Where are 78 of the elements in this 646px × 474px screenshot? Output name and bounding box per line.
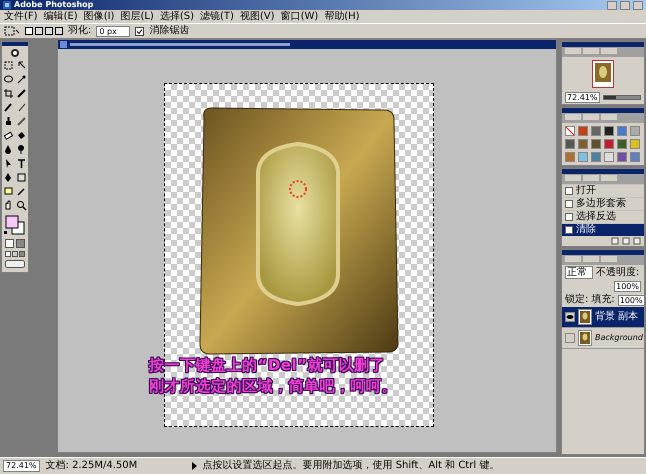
style-swatch-icon[interactable] xyxy=(604,139,614,149)
opacity-label: 不透明度: xyxy=(596,268,640,278)
move-tool-icon[interactable] xyxy=(16,60,27,71)
quick-mask-icon[interactable] xyxy=(5,239,25,248)
style-swatch-icon[interactable] xyxy=(617,139,627,149)
layer-row[interactable]: Background xyxy=(562,328,644,349)
status-hint: 点按以设置选区起点。要用附加选项，使用 Shift、Alt 和 Ctrl 键。 xyxy=(202,460,500,472)
eraser-tool-icon[interactable] xyxy=(3,130,14,141)
antialias-checkbox[interactable] xyxy=(135,26,144,36)
minimize-button[interactable] xyxy=(607,0,617,10)
antialias-label: 消除锯齿 xyxy=(149,25,190,37)
style-swatch-icon[interactable] xyxy=(578,126,588,136)
screen-mode-icon[interactable] xyxy=(5,251,25,257)
style-swatch-icon[interactable] xyxy=(591,152,601,162)
document-icon xyxy=(60,41,67,48)
menu-item[interactable]: 图像(I) xyxy=(84,10,114,22)
zoom-field[interactable]: 72.41% xyxy=(3,460,40,472)
style-swatch-icon[interactable] xyxy=(617,126,627,136)
type-tool-icon[interactable] xyxy=(16,158,27,169)
selection-mode-icon[interactable] xyxy=(25,26,63,36)
layer-thumbnail xyxy=(578,309,592,325)
menu-item[interactable]: 帮助(H) xyxy=(324,10,360,22)
fill-label: 填充: xyxy=(591,294,615,306)
style-swatch-icon[interactable] xyxy=(565,139,575,149)
path-tool-icon[interactable] xyxy=(3,158,14,169)
style-swatch-icon[interactable] xyxy=(565,126,575,136)
feather-field[interactable]: 0 px xyxy=(96,26,130,36)
visibility-toggle-icon[interactable] xyxy=(565,312,575,322)
menu-item[interactable]: 编辑(E) xyxy=(44,10,78,22)
style-swatch-icon[interactable] xyxy=(578,139,588,149)
history-item[interactable]: 打开 xyxy=(562,184,644,197)
menu-item[interactable]: 图层(L) xyxy=(120,10,154,22)
visibility-toggle-icon[interactable] xyxy=(565,333,575,343)
style-swatch-icon[interactable] xyxy=(565,152,575,162)
menu-item[interactable]: 选择(S) xyxy=(160,10,194,22)
stamp-tool-icon[interactable] xyxy=(3,116,14,127)
menu-item[interactable]: 文件(F) xyxy=(4,10,38,22)
layer-name[interactable]: Background xyxy=(595,332,643,344)
crop-tool-icon[interactable] xyxy=(3,88,14,99)
magic-wand-tool-icon[interactable] xyxy=(16,74,27,85)
menu-item[interactable]: 滤镜(T) xyxy=(200,10,234,22)
lock-label: 锁定: xyxy=(565,294,588,306)
window-title: Adobe Photoshop xyxy=(14,0,94,10)
fill-field[interactable]: 100% xyxy=(618,294,645,306)
style-swatch-icon[interactable] xyxy=(591,139,601,149)
close-button[interactable] xyxy=(633,0,643,10)
notes-tool-icon[interactable] xyxy=(3,186,14,197)
zoom-tool-icon[interactable] xyxy=(16,200,27,211)
caption-text: 按一下键盘上的“Del”就可以删了 xyxy=(149,356,386,375)
style-swatch-icon[interactable] xyxy=(604,126,614,136)
caption-text: 刚才所选定的区域，简单吧，呵呵。 xyxy=(149,377,398,396)
color-swatches-icon[interactable] xyxy=(4,214,26,236)
style-swatch-icon[interactable] xyxy=(578,152,588,162)
layer-name[interactable]: 背景 副本 xyxy=(595,311,638,323)
style-swatch-icon[interactable] xyxy=(591,126,601,136)
menu-item[interactable]: 窗口(W) xyxy=(280,10,318,22)
layer-thumbnail xyxy=(578,330,592,346)
layer-row[interactable]: 背景 副本 xyxy=(562,307,644,328)
history-item[interactable]: 清除 xyxy=(562,223,644,236)
style-swatch-icon[interactable] xyxy=(630,139,640,149)
style-swatch-icon[interactable] xyxy=(604,152,614,162)
menu-item[interactable]: 视图(V) xyxy=(240,10,275,22)
maximize-button[interactable] xyxy=(620,0,630,10)
marquee-tool-icon[interactable] xyxy=(3,60,14,71)
style-swatch-icon[interactable] xyxy=(617,152,627,162)
blend-mode-dropdown[interactable]: 正常 xyxy=(565,266,593,279)
style-swatch-icon[interactable] xyxy=(630,152,640,162)
document-size-text: 文档: 2.25M/4.50M xyxy=(46,460,138,472)
app-icon xyxy=(3,1,11,9)
history-item[interactable]: 多边形套索 xyxy=(562,197,644,210)
feather-label: 羽化: xyxy=(68,25,92,37)
zoom-slider[interactable] xyxy=(604,96,616,99)
play-icon[interactable] xyxy=(192,462,197,470)
zoom-field[interactable]: 72.41% xyxy=(565,92,600,103)
style-swatch-icon[interactable] xyxy=(630,126,640,136)
opacity-field[interactable]: 100% xyxy=(614,281,641,292)
image-thumbnail xyxy=(592,60,614,88)
shape-tool-icon[interactable] xyxy=(16,172,27,183)
